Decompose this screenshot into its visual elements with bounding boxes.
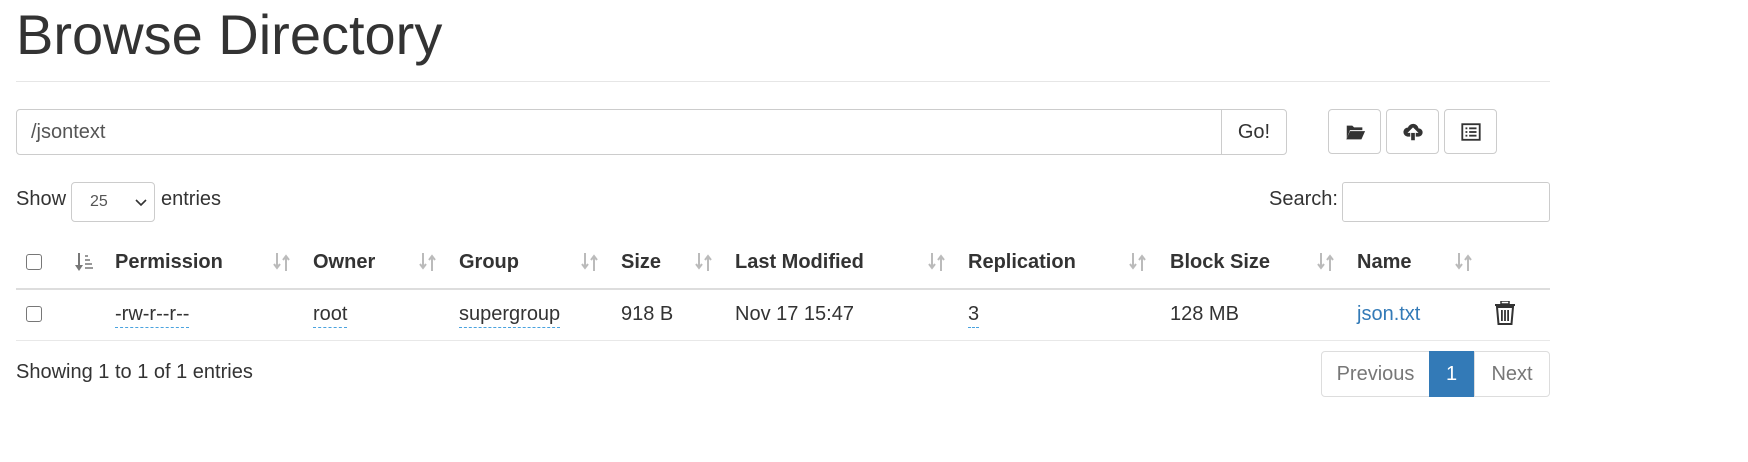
search-input[interactable] <box>1342 182 1550 222</box>
header-divider <box>16 81 1550 82</box>
entries-per-page-select[interactable]: 25 <box>71 182 155 222</box>
go-button[interactable]: Go! <box>1221 109 1287 155</box>
file-name-link[interactable]: json.txt <box>1357 303 1420 326</box>
cut-paste-button[interactable] <box>1444 109 1497 154</box>
sort-desc-icon[interactable] <box>75 252 93 272</box>
upload-button[interactable] <box>1386 109 1439 154</box>
sort-both-icon[interactable] <box>1455 252 1473 272</box>
column-header-block-size[interactable]: Block Size <box>1170 251 1270 274</box>
sort-both-icon[interactable] <box>1317 252 1335 272</box>
create-directory-button[interactable] <box>1328 109 1381 154</box>
table-header-divider <box>16 288 1550 290</box>
replication-cell[interactable]: 3 <box>968 303 980 328</box>
table-row-divider <box>16 340 1550 341</box>
trash-icon[interactable] <box>1494 301 1516 325</box>
page-title: Browse Directory <box>16 3 443 66</box>
entries-select-value: 25 <box>90 193 108 210</box>
next-page-button[interactable]: Next <box>1474 351 1550 397</box>
sort-both-icon[interactable] <box>273 252 291 272</box>
column-header-replication[interactable]: Replication <box>968 251 1076 274</box>
previous-page-button[interactable]: Previous <box>1321 351 1430 397</box>
sort-both-icon[interactable] <box>928 252 946 272</box>
last-modified-cell: Nov 17 15:47 <box>735 303 854 325</box>
column-header-owner[interactable]: Owner <box>313 251 375 274</box>
row-select-checkbox[interactable] <box>26 306 42 322</box>
size-cell: 918 B <box>621 303 674 325</box>
group-cell[interactable]: supergroup <box>459 303 561 328</box>
folder-open-icon <box>1345 125 1365 139</box>
search-label: Search: <box>1269 188 1338 210</box>
column-header-last-modified[interactable]: Last Modified <box>735 251 864 274</box>
sort-both-icon[interactable] <box>695 252 713 272</box>
owner-cell[interactable]: root <box>313 303 348 328</box>
column-header-group[interactable]: Group <box>459 251 519 274</box>
permission-cell[interactable]: -rw-r--r-- <box>115 303 190 328</box>
entries-label: entries <box>161 188 222 210</box>
table-info: Showing 1 to 1 of 1 entries <box>16 361 253 383</box>
chevron-down-icon <box>135 199 147 207</box>
sort-both-icon[interactable] <box>581 252 599 272</box>
cloud-upload-icon <box>1402 123 1423 140</box>
sort-both-icon[interactable] <box>1129 252 1147 272</box>
column-header-permission[interactable]: Permission <box>115 251 223 274</box>
directory-path-input[interactable]: /jsontext <box>16 109 1222 155</box>
column-header-name[interactable]: Name <box>1357 251 1411 274</box>
page-1-button[interactable]: 1 <box>1429 351 1474 397</box>
show-label: Show <box>16 188 67 210</box>
block-size-cell: 128 MB <box>1170 303 1239 325</box>
column-header-size[interactable]: Size <box>621 251 661 274</box>
list-alt-icon <box>1460 122 1481 141</box>
select-all-checkbox[interactable] <box>26 254 42 270</box>
sort-both-icon[interactable] <box>419 252 437 272</box>
